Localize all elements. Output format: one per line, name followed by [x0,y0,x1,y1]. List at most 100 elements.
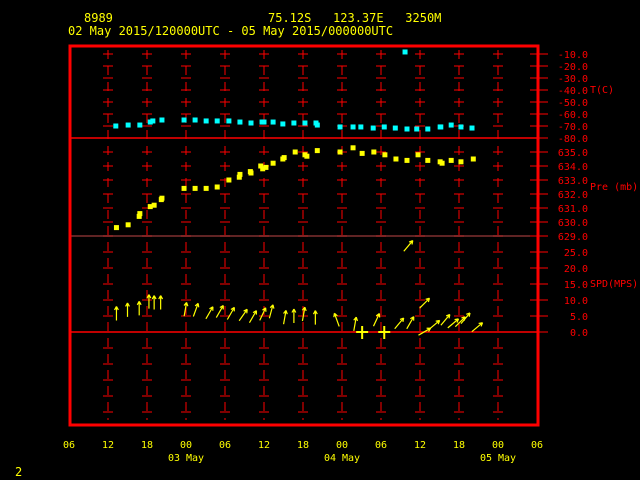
wind-arrow [125,302,130,317]
pressure-point [214,184,220,190]
axis-tick-label: -40.0 [558,86,588,97]
x-tick-label: 12 [258,440,270,451]
pressure-axis-label: Pre (mb) [590,182,638,193]
temperature-point [402,49,408,55]
pressure-point [237,171,243,177]
x-tick-label: 00 [180,440,192,451]
pressure-point [314,148,320,154]
calm-wind-marker [378,326,391,339]
pressure-point [382,152,388,158]
temperature-point [280,121,286,127]
date-label: 05 May [480,453,516,464]
temperature-point [314,122,320,128]
temperature-point [125,122,131,128]
page-number: 2 [15,465,23,479]
axis-tick-label: 15.0 [564,280,588,291]
wind-arrow [192,302,200,317]
temperature-point [370,125,376,131]
wind-arrow [238,308,248,322]
axis-tick-label: -50.0 [558,98,588,109]
pressure-point [181,185,187,191]
pressure-point [248,170,254,176]
wind-arrow [312,310,318,325]
pressure-point [337,149,343,155]
temperature-point [458,124,464,130]
axis-tick-label: 629.0 [558,232,588,243]
temperature-point [302,120,308,126]
pressure-point [415,152,421,158]
pressure-point [350,145,356,151]
x-tick-label: 06 [219,440,231,451]
pressure-point [425,157,431,163]
axis-tick-label: 634.0 [558,162,588,173]
pressure-point [470,156,476,162]
temperature-point [159,117,165,123]
axis-tick-label: -70.0 [558,122,588,133]
pressure-point [448,157,454,163]
temperature-point [358,124,364,130]
temperature-point [237,119,243,125]
pressure-point [263,164,269,170]
temperature-point [392,125,398,131]
temperature-point [248,120,254,126]
wind-arrow [282,310,288,325]
wind-arrow [291,308,297,323]
axis-tick-label: -20.0 [558,62,588,73]
pressure-point [281,155,287,161]
pressure-point [404,157,410,163]
wind-arrow [114,306,119,321]
temperature-point [226,118,232,124]
temperature-point [270,119,276,125]
wind-arrow [440,313,451,326]
x-tick-label: 00 [492,440,504,451]
temperature-point [261,119,267,125]
pressure-point [393,156,399,162]
x-tick-label: 06 [531,440,543,451]
meteogram-chart: -10.0-20.0-30.0-40.0-50.0-60.0-70.0-80.0… [63,44,638,464]
temperature-point [438,124,444,130]
wind-arrow [136,301,142,316]
pressure-point [359,150,365,156]
temperature-point [404,126,410,132]
temperature-point [214,118,220,124]
axis-tick-label: 20.0 [564,264,588,275]
axis-tick-label: 632.0 [558,190,588,201]
wind-arrow [158,295,164,310]
temperature-axis-label: T(C) [590,85,614,96]
pressure-point [125,222,131,228]
pressure-point [304,153,310,159]
wind-arrow [333,312,340,327]
pressure-point [113,225,119,231]
wind-arrow [151,295,157,310]
wind-arrow [406,316,415,330]
axis-tick-label: 635.0 [558,148,588,159]
axis-tick-label: 5.0 [570,312,588,323]
temperature-point [150,118,156,124]
axis-tick-label: 631.0 [558,204,588,215]
axis-tick-label: 630.0 [558,218,588,229]
temperature-point [137,122,143,128]
pressure-point [371,149,377,155]
x-tick-label: 06 [375,440,387,451]
x-tick-label: 12 [102,440,114,451]
temperature-point [113,123,119,129]
wind-arrow [259,307,267,321]
pressure-point [458,159,464,165]
axis-tick-label: 0.0 [570,328,588,339]
wind-arrow [226,306,235,320]
axis-tick-label: -30.0 [558,74,588,85]
wind-arrow [447,318,460,329]
axis-tick-label: 25.0 [564,248,588,259]
calm-wind-marker [356,326,369,339]
temperature-point [448,122,454,128]
temperature-point [425,126,431,132]
pressure-point [192,185,198,191]
temperature-point [350,124,356,130]
wind-arrow [471,322,484,333]
wind-arrow [146,294,152,309]
temperature-point [469,125,475,131]
temperature-point [291,120,297,126]
axis-tick-label: -80.0 [558,134,588,145]
x-tick-label: 18 [453,440,465,451]
wind-arrow [353,316,359,331]
